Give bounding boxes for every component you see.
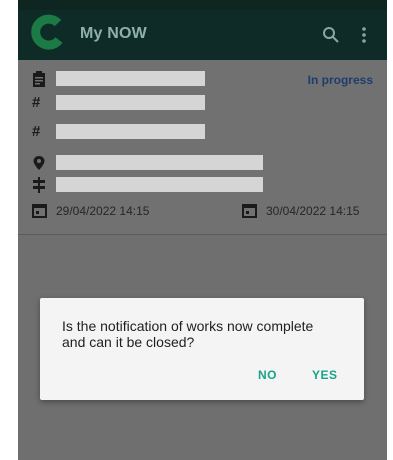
calendar-icon [242, 204, 257, 218]
phone-screen: My NOW In progress # # 29/04/2022 14:15 … [18, 0, 387, 460]
location-pin-icon [33, 156, 45, 170]
confirm-dialog: Is the notification of works now complet… [40, 298, 364, 400]
notification-card[interactable]: In progress # # 29/04/2022 14:15 30/04/2… [18, 60, 387, 235]
more-vert-icon[interactable] [360, 26, 368, 44]
calendar-icon [32, 204, 47, 218]
hash-icon: # [32, 123, 41, 140]
redacted-field [56, 71, 205, 86]
status-badge: In progress [307, 73, 373, 87]
redacted-field [56, 95, 205, 110]
no-button[interactable]: NO [258, 368, 277, 382]
hash-icon: # [32, 94, 41, 111]
redacted-field [56, 124, 205, 139]
app-title: My NOW [80, 25, 147, 42]
redacted-field [56, 155, 263, 170]
start-date-text: 29/04/2022 14:15 [56, 204, 150, 218]
redacted-field [56, 177, 263, 192]
search-icon[interactable] [322, 26, 340, 44]
dialog-message: Is the notification of works now complet… [62, 318, 314, 350]
signpost-icon [33, 177, 45, 193]
logo-icon [31, 14, 63, 50]
end-date-text: 30/04/2022 14:15 [266, 204, 360, 218]
clipboard-icon [33, 71, 45, 87]
yes-button[interactable]: YES [312, 368, 338, 382]
status-bar [18, 0, 387, 10]
